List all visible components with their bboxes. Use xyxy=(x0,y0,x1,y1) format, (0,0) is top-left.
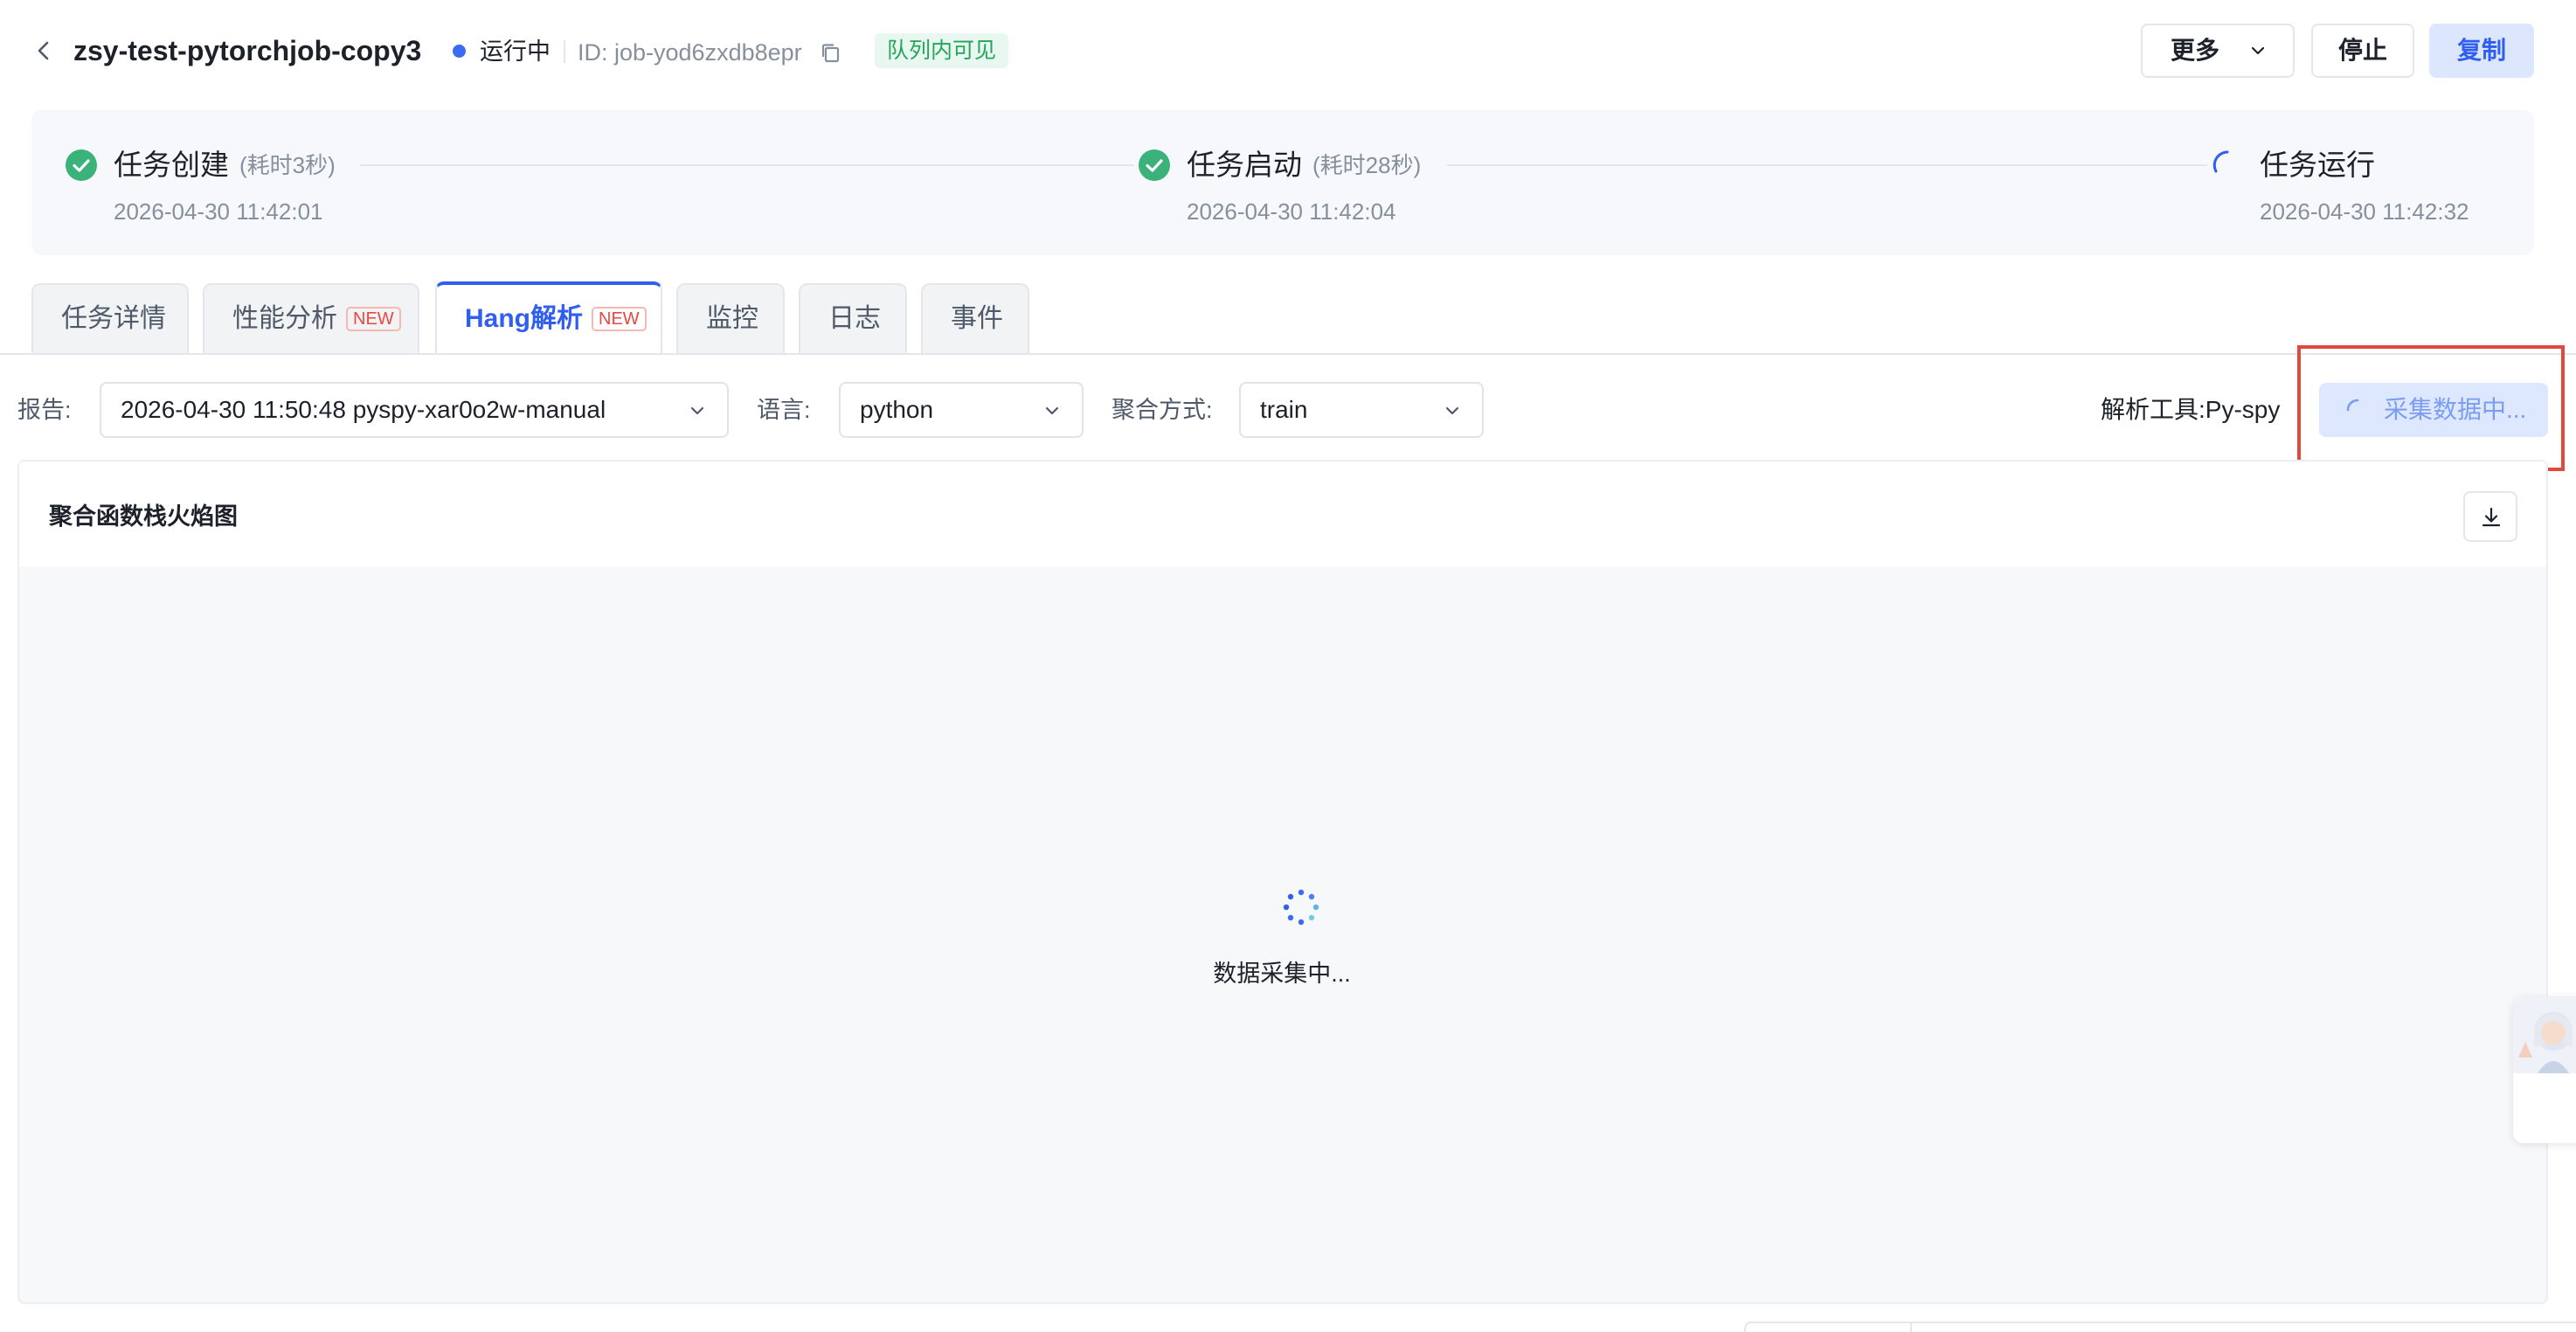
aggregation-select-value: train xyxy=(1260,396,1308,423)
step-duration: (耗时3秒) xyxy=(239,152,336,178)
loading-spinner-icon xyxy=(2212,150,2229,173)
tab-label: 任务详情 xyxy=(61,304,166,333)
visibility-tag: 队列内可见 xyxy=(875,33,1009,68)
step-time: 2026-04-30 11:42:01 xyxy=(114,198,323,225)
check-circle-icon xyxy=(1139,149,1170,181)
tab-label: 日志 xyxy=(828,304,881,333)
collect-data-button[interactable]: 采集数据中... xyxy=(2319,383,2548,437)
step-time: 2026-04-30 11:42:32 xyxy=(2260,198,2469,225)
chevron-down-icon xyxy=(1445,406,1459,415)
step-connector xyxy=(360,164,1134,166)
language-select[interactable]: python xyxy=(839,382,1084,438)
job-status: 运行中 xyxy=(480,38,551,65)
bottom-panel-edge xyxy=(1744,1322,2576,1332)
step-time: 2026-04-30 11:42:04 xyxy=(1187,198,1396,225)
job-id: ID: job-yod6zxdb8epr xyxy=(578,39,802,66)
step-title: 任务运行 xyxy=(2260,149,2375,181)
report-label: 报告: xyxy=(17,397,72,423)
aggregation-select[interactable]: train xyxy=(1239,382,1484,438)
tab-hang-analysis[interactable]: Hang解析 NEW xyxy=(435,281,662,355)
check-circle-icon xyxy=(66,149,97,181)
stop-button[interactable]: 停止 xyxy=(2311,24,2414,78)
chevron-down-icon xyxy=(2251,46,2265,55)
tab-logs[interactable]: 日志 xyxy=(799,283,907,353)
tab-label: 性能分析 xyxy=(232,304,337,333)
collect-data-label: 采集数据中... xyxy=(2384,396,2527,423)
tabs-baseline xyxy=(0,353,2576,355)
language-select-value: python xyxy=(860,396,934,423)
tab-task-details[interactable]: 任务详情 xyxy=(31,283,189,353)
report-select[interactable]: 2026-04-30 11:50:48 pyspy-xar0o2w-manual xyxy=(100,382,729,438)
step-connector xyxy=(1447,164,2207,166)
tab-performance-analysis[interactable]: 性能分析 NEW xyxy=(203,283,419,353)
tab-monitoring[interactable]: 监控 xyxy=(676,283,785,353)
aggregation-label: 聚合方式: xyxy=(1111,397,1213,423)
job-progress-steps: 任务创建 (耗时3秒) 2026-04-30 11:42:01 任务启动 (耗时… xyxy=(31,110,2534,255)
new-badge: NEW xyxy=(346,307,401,331)
loading-text: 数据采集中... xyxy=(1213,961,1351,987)
language-label: 语言: xyxy=(757,397,811,423)
flame-graph-header: 聚合函数栈火焰图 xyxy=(19,461,2546,566)
header-divider xyxy=(564,40,565,63)
report-select-value: 2026-04-30 11:50:48 pyspy-xar0o2w-manual xyxy=(121,396,606,423)
job-title: zsy-test-pytorchjob-copy3 xyxy=(73,35,422,66)
more-button-label: 更多 xyxy=(2171,37,2220,64)
flame-graph-card: 聚合函数栈火焰图 xyxy=(17,460,2548,1304)
tab-label: 事件 xyxy=(951,304,1003,333)
copy-icon[interactable] xyxy=(819,41,843,66)
back-chevron-icon[interactable] xyxy=(31,35,56,66)
download-button[interactable] xyxy=(2463,491,2517,542)
loading-dots-icon xyxy=(1283,889,1319,926)
step-title: 任务启动 xyxy=(1187,149,1302,181)
assistant-avatar-icon xyxy=(2513,996,2576,1073)
tab-label: 监控 xyxy=(706,304,758,333)
tab-label: Hang解析 xyxy=(465,304,583,333)
assistant-widget[interactable] xyxy=(2513,996,2576,1143)
more-dropdown-button[interactable]: 更多 xyxy=(2141,24,2295,78)
chevron-down-icon xyxy=(690,406,704,415)
tab-events[interactable]: 事件 xyxy=(921,283,1029,353)
download-icon xyxy=(2482,507,2501,527)
status-dot-icon xyxy=(453,45,466,58)
bottom-panel-divider xyxy=(1910,1322,1912,1332)
step-duration: (耗时28秒) xyxy=(1312,152,1422,178)
analysis-tool-label: 解析工具:Py-spy xyxy=(2101,396,2281,423)
flame-graph-title: 聚合函数栈火焰图 xyxy=(49,503,238,530)
loading-spinner-icon xyxy=(2346,399,2359,412)
copy-job-button[interactable]: 复制 xyxy=(2429,24,2534,78)
page-header: zsy-test-pytorchjob-copy3 运行中 ID: job-yo… xyxy=(0,0,2576,103)
step-title: 任务创建 xyxy=(114,149,229,181)
chevron-down-icon xyxy=(1045,406,1059,415)
new-badge: NEW xyxy=(592,307,647,331)
